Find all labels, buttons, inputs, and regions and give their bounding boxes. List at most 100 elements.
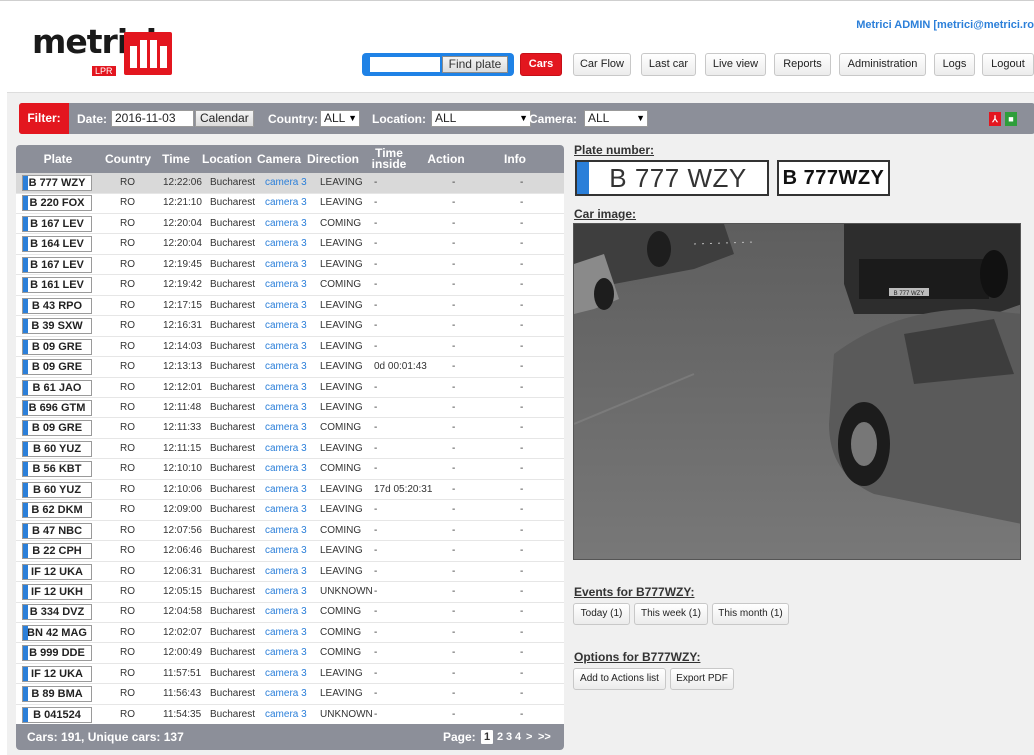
- plate-search-input[interactable]: [370, 57, 440, 72]
- table-row[interactable]: B 22 CPH RO 12:06:46 Bucharest camera 3 LEAVI…: [16, 541, 564, 562]
- row-camera[interactable]: camera 3: [265, 480, 307, 500]
- row-plate[interactable]: IF 12 UKA: [22, 563, 92, 580]
- row-camera[interactable]: camera 3: [265, 234, 307, 254]
- row-plate[interactable]: B 167 LEV: [22, 256, 92, 273]
- row-plate[interactable]: B 041524: [22, 706, 92, 723]
- nav-live-view[interactable]: Live view: [705, 53, 766, 76]
- table-row[interactable]: B 09 GRE RO 12:13:13 Bucharest camera 3 LEAVI…: [16, 357, 564, 378]
- row-plate[interactable]: B 220 FOX: [22, 195, 92, 212]
- col-info[interactable]: Info: [490, 145, 540, 173]
- row-plate[interactable]: IF 12 UKA: [22, 665, 92, 682]
- table-row[interactable]: B 167 LEV RO 12:20:04 Bucharest camera 3 COMI…: [16, 214, 564, 235]
- table-row[interactable]: B 161 LEV RO 12:19:42 Bucharest camera 3 COMI…: [16, 275, 564, 296]
- table-row[interactable]: B 164 LEV RO 12:20:04 Bucharest camera 3 LEAV…: [16, 234, 564, 255]
- table-row[interactable]: B 09 GRE RO 12:14:03 Bucharest camera 3 LEAVI…: [16, 337, 564, 358]
- table-row[interactable]: B 60 YUZ RO 12:10:06 Bucharest camera 3 LEAVI…: [16, 480, 564, 501]
- export-pdf-button[interactable]: Export PDF: [670, 668, 734, 690]
- table-row[interactable]: IF 12 UKH RO 12:05:15 Bucharest camera 3 UNKN…: [16, 582, 564, 603]
- col-action[interactable]: Action: [420, 145, 472, 173]
- table-row[interactable]: B 334 DVZ RO 12:04:58 Bucharest camera 3 COMI…: [16, 602, 564, 623]
- row-camera[interactable]: camera 3: [265, 705, 307, 725]
- row-plate[interactable]: B 164 LEV: [22, 236, 92, 253]
- col-direction[interactable]: Direction: [306, 145, 360, 173]
- row-plate[interactable]: B 89 BMA: [22, 686, 92, 703]
- row-plate[interactable]: B 09 GRE: [22, 359, 92, 376]
- table-row[interactable]: B 56 KBT RO 12:10:10 Bucharest camera 3 COMIN…: [16, 459, 564, 480]
- row-camera[interactable]: camera 3: [265, 193, 307, 213]
- row-camera[interactable]: camera 3: [265, 357, 307, 377]
- row-camera[interactable]: camera 3: [265, 173, 307, 193]
- page-2-link[interactable]: 2: [497, 730, 503, 744]
- row-camera[interactable]: camera 3: [265, 398, 307, 418]
- row-plate[interactable]: B 47 NBC: [22, 522, 92, 539]
- row-plate[interactable]: B 62 DKM: [22, 502, 92, 519]
- row-camera[interactable]: camera 3: [265, 582, 307, 602]
- row-plate[interactable]: B 334 DVZ: [22, 604, 92, 621]
- table-row[interactable]: B 62 DKM RO 12:09:00 Bucharest camera 3 LEAVI…: [16, 500, 564, 521]
- last-page-link[interactable]: >>: [538, 730, 551, 744]
- row-plate[interactable]: B 22 CPH: [22, 543, 92, 560]
- row-camera[interactable]: camera 3: [265, 521, 307, 541]
- row-plate[interactable]: B 999 DDE: [22, 645, 92, 662]
- country-select[interactable]: ALL ▼: [320, 110, 360, 127]
- nav-car-flow[interactable]: Car Flow: [573, 53, 631, 76]
- row-plate[interactable]: B 60 YUZ: [22, 481, 92, 498]
- table-row[interactable]: B 220 FOX RO 12:21:10 Bucharest camera 3 LEAV…: [16, 193, 564, 214]
- row-camera[interactable]: camera 3: [265, 275, 307, 295]
- table-row[interactable]: B 09 GRE RO 12:11:33 Bucharest camera 3 COMIN…: [16, 418, 564, 439]
- page-4-link[interactable]: 4: [515, 730, 521, 744]
- row-plate[interactable]: BN 42 MAG: [22, 624, 92, 641]
- nav-logs[interactable]: Logs: [934, 53, 975, 76]
- next-page-link[interactable]: >: [526, 730, 532, 744]
- row-plate[interactable]: B 43 RPO: [22, 297, 92, 314]
- col-country[interactable]: Country: [104, 145, 152, 173]
- excel-export-icon[interactable]: ■: [1005, 112, 1017, 126]
- nav-administration[interactable]: Administration: [839, 53, 926, 76]
- nav-cars[interactable]: Cars: [520, 53, 562, 76]
- table-row[interactable]: B 61 JAO RO 12:12:01 Bucharest camera 3 LEAVI…: [16, 378, 564, 398]
- find-plate-button[interactable]: Find plate: [442, 56, 508, 73]
- table-row[interactable]: B 167 LEV RO 12:19:45 Bucharest camera 3 LEAV…: [16, 255, 564, 276]
- table-row[interactable]: B 999 DDE RO 12:00:49 Bucharest camera 3 COMI…: [16, 643, 564, 664]
- page-3-link[interactable]: 3: [506, 730, 512, 744]
- table-row[interactable]: IF 12 UKA RO 12:06:31 Bucharest camera 3 LEAV…: [16, 562, 564, 583]
- table-row[interactable]: B 43 RPO RO 12:17:15 Bucharest camera 3 LEAVI…: [16, 296, 564, 317]
- col-plate[interactable]: Plate: [16, 145, 100, 173]
- row-plate[interactable]: B 09 GRE: [22, 420, 92, 437]
- location-select[interactable]: ALL ▼: [431, 110, 531, 127]
- events-week-button[interactable]: This week (1): [634, 603, 708, 625]
- row-camera[interactable]: camera 3: [265, 623, 307, 643]
- table-row[interactable]: IF 12 UKA RO 11:57:51 Bucharest camera 3 LEAV…: [16, 664, 564, 685]
- row-plate[interactable]: B 61 JAO: [22, 379, 92, 396]
- events-today-button[interactable]: Today (1): [573, 603, 630, 625]
- row-plate[interactable]: IF 12 UKH: [22, 584, 92, 600]
- events-month-button[interactable]: This month (1): [712, 603, 789, 625]
- col-camera[interactable]: Camera: [254, 145, 304, 173]
- table-row[interactable]: B 60 YUZ RO 12:11:15 Bucharest camera 3 LEAVI…: [16, 439, 564, 460]
- col-location[interactable]: Location: [200, 145, 254, 173]
- row-camera[interactable]: camera 3: [265, 643, 307, 663]
- car-image[interactable]: B 777 WZY: [573, 223, 1021, 560]
- row-camera[interactable]: camera 3: [265, 684, 307, 704]
- nav-logout[interactable]: Logout: [982, 53, 1034, 76]
- col-time-inside[interactable]: Time inside: [370, 145, 408, 173]
- row-camera[interactable]: camera 3: [265, 418, 307, 438]
- col-time[interactable]: Time: [156, 145, 196, 173]
- date-input[interactable]: 2016-11-03: [111, 110, 194, 127]
- nav-last-car[interactable]: Last car: [641, 53, 696, 76]
- nav-reports[interactable]: Reports: [774, 53, 831, 76]
- row-camera[interactable]: camera 3: [265, 439, 307, 459]
- row-plate[interactable]: B 777 WZY: [22, 175, 92, 191]
- row-plate[interactable]: B 09 GRE: [22, 338, 92, 355]
- row-camera[interactable]: camera 3: [265, 602, 307, 622]
- row-plate[interactable]: B 60 YUZ: [22, 440, 92, 457]
- camera-select[interactable]: ALL ▼: [584, 110, 648, 127]
- row-camera[interactable]: camera 3: [265, 541, 307, 561]
- table-row[interactable]: B 041524 RO 11:54:35 Bucharest camera 3 UNKNO…: [16, 705, 564, 726]
- pdf-export-icon[interactable]: ⅄: [989, 112, 1001, 126]
- row-camera[interactable]: camera 3: [265, 316, 307, 336]
- row-camera[interactable]: camera 3: [265, 296, 307, 316]
- table-row[interactable]: B 777 WZY RO 12:22:06 Bucharest camera 3 LEAV…: [16, 173, 564, 194]
- row-camera[interactable]: camera 3: [265, 255, 307, 275]
- metrici-logo[interactable]: metrici LPR: [32, 22, 182, 80]
